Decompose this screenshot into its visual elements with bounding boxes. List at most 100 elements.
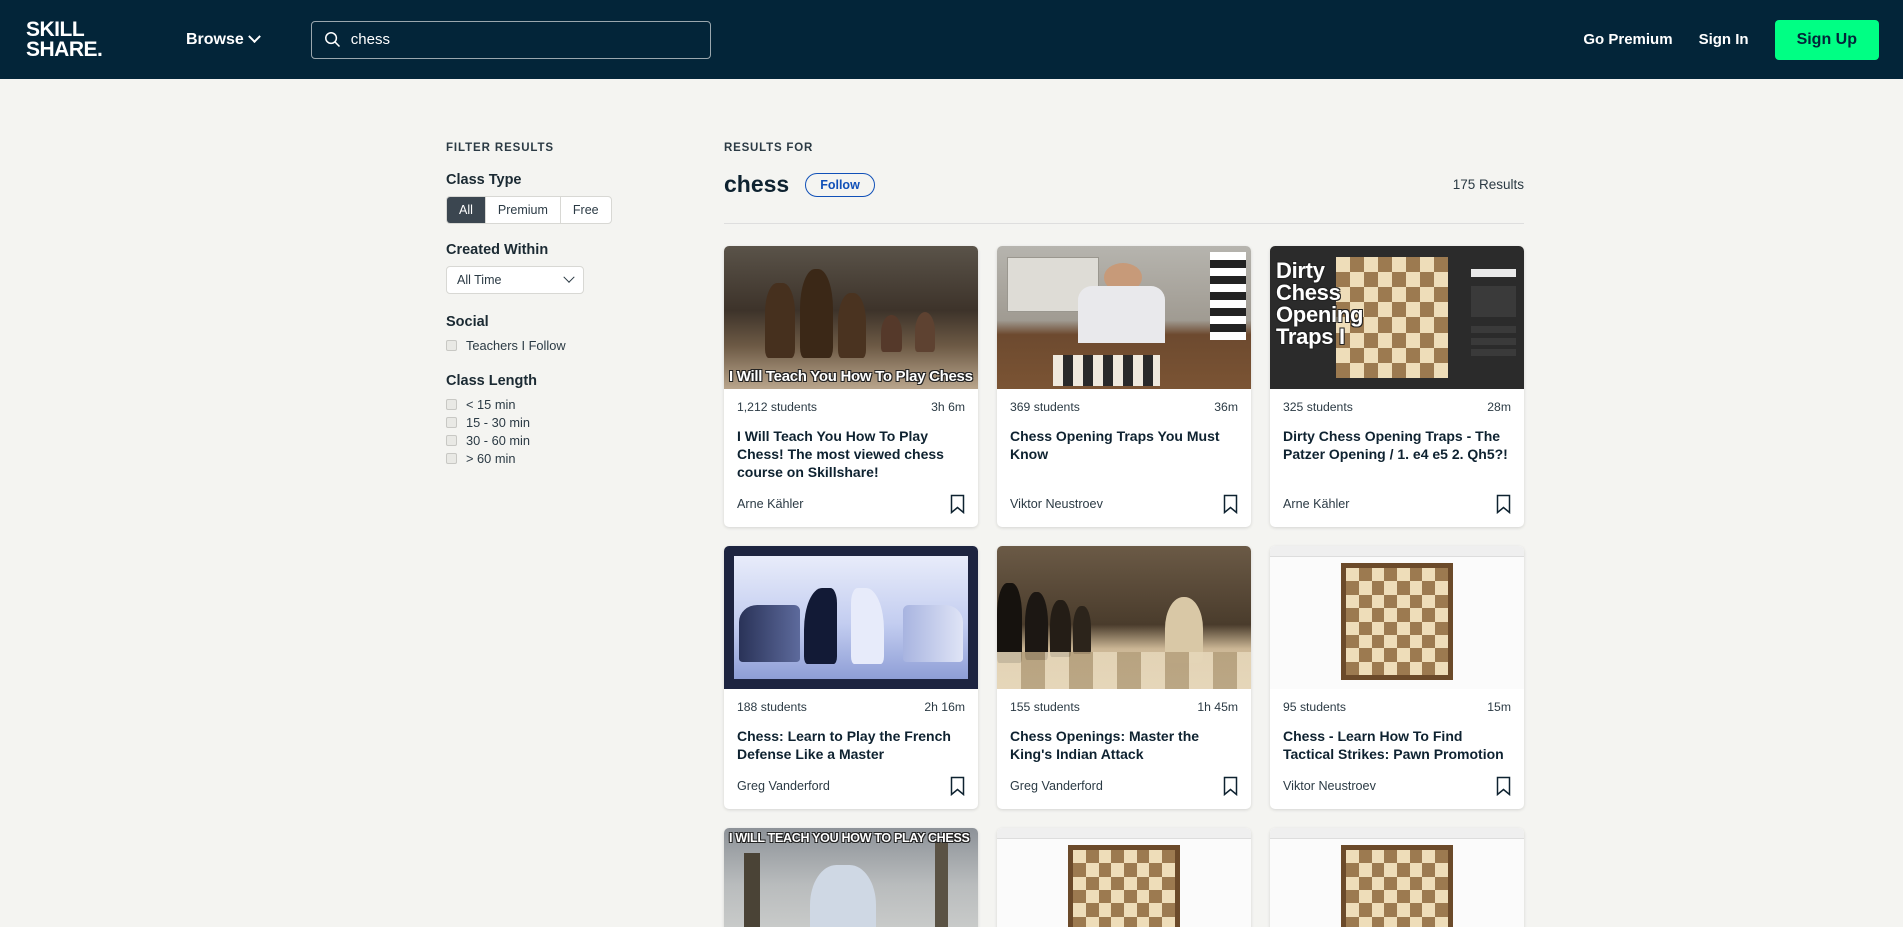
course-title[interactable]: Chess Opening Traps You Must Know bbox=[1010, 428, 1238, 464]
thumbnail-art-board-screenshot bbox=[997, 827, 1251, 927]
course-thumbnail[interactable] bbox=[1270, 545, 1524, 689]
sign-in-link[interactable]: Sign In bbox=[1699, 31, 1749, 48]
course-teacher[interactable]: Arne Kähler bbox=[737, 497, 804, 511]
filter-length-under-15[interactable]: < 15 min bbox=[446, 397, 624, 412]
course-card[interactable]: 369 students 36m Chess Opening Traps You… bbox=[997, 246, 1251, 527]
course-card-footer: Greg Vanderford bbox=[997, 764, 1251, 809]
created-within-value: All Time bbox=[457, 273, 502, 287]
course-card-footer: Arne Kähler bbox=[1270, 482, 1524, 527]
course-teacher[interactable]: Viktor Neustroev bbox=[1010, 497, 1103, 511]
divider bbox=[724, 223, 1524, 224]
go-premium-link[interactable]: Go Premium bbox=[1583, 31, 1672, 48]
filter-results-heading: FILTER RESULTS bbox=[446, 142, 555, 154]
filter-sidebar: FILTER RESULTS Class Type All Premium Fr… bbox=[446, 142, 624, 927]
class-type-option-all[interactable]: All bbox=[447, 197, 486, 223]
course-card-body: 325 students 28m Dirty Chess Opening Tra… bbox=[1270, 389, 1524, 482]
course-card[interactable]: 95 students 15m Chess - Learn How To Fin… bbox=[1270, 545, 1524, 809]
student-count: 1,212 students bbox=[737, 400, 817, 414]
course-meta: 325 students 28m bbox=[1283, 400, 1511, 414]
course-card[interactable]: I WILL TEACH YOU HOW TO PLAY CHESS bbox=[724, 827, 978, 927]
course-title[interactable]: Chess - Learn How To Find Tactical Strik… bbox=[1283, 728, 1511, 764]
search-input[interactable] bbox=[350, 31, 698, 48]
filter-label: 30 - 60 min bbox=[466, 433, 531, 448]
course-thumbnail[interactable] bbox=[997, 827, 1251, 927]
browse-label: Browse bbox=[186, 30, 244, 48]
student-count: 155 students bbox=[1010, 699, 1080, 714]
course-thumbnail[interactable] bbox=[997, 545, 1251, 689]
course-card[interactable]: 188 students 2h 16m Chess: Learn to Play… bbox=[724, 545, 978, 809]
follow-button[interactable]: Follow bbox=[805, 172, 875, 197]
results-grid: I Will Teach You How To Play Chess 1,212… bbox=[724, 246, 1524, 927]
course-teacher[interactable]: Arne Kähler bbox=[1283, 497, 1350, 511]
bookmark-icon[interactable] bbox=[1496, 494, 1511, 514]
course-thumbnail[interactable] bbox=[997, 246, 1251, 389]
class-type-label: Class Type bbox=[446, 172, 522, 188]
course-card[interactable]: Dirty Chess Opening Traps I 325 students… bbox=[1270, 246, 1524, 527]
skillshare-logo[interactable]: SKILL SHARE. bbox=[26, 19, 122, 59]
course-card[interactable] bbox=[1270, 827, 1524, 927]
thumbnail-overlay-text: I WILL TEACH YOU HOW TO PLAY CHESS bbox=[729, 830, 970, 845]
course-thumbnail[interactable]: I Will Teach You How To Play Chess bbox=[724, 246, 978, 389]
results-for-heading: RESULTS FOR bbox=[724, 142, 814, 154]
results-count: 175 Results bbox=[1452, 177, 1524, 192]
bookmark-icon[interactable] bbox=[1223, 494, 1238, 514]
course-card-body: 1,212 students 3h 6m I Will Teach You Ho… bbox=[724, 389, 978, 482]
course-duration: 28m bbox=[1487, 400, 1511, 414]
course-title[interactable]: Chess: Learn to Play the French Defense … bbox=[737, 728, 965, 764]
course-duration: 15m bbox=[1487, 699, 1511, 714]
search-icon bbox=[324, 32, 340, 48]
student-count: 95 students bbox=[1283, 699, 1347, 714]
bookmark-icon[interactable] bbox=[1223, 776, 1238, 796]
checkbox-icon[interactable] bbox=[446, 417, 457, 428]
course-meta: 188 students 2h 16m bbox=[737, 700, 965, 714]
course-card-footer: Viktor Neustroev bbox=[1270, 764, 1524, 809]
checkbox-icon[interactable] bbox=[446, 340, 457, 351]
filter-length-15-30[interactable]: 15 - 30 min bbox=[446, 415, 624, 430]
checkbox-icon[interactable] bbox=[446, 399, 457, 410]
course-teacher[interactable]: Greg Vanderford bbox=[737, 779, 830, 793]
class-type-option-premium[interactable]: Premium bbox=[486, 197, 561, 223]
filter-length-30-60[interactable]: 30 - 60 min bbox=[446, 433, 624, 448]
thumbnail-art-board-screenshot bbox=[1270, 827, 1524, 927]
class-type-option-free[interactable]: Free bbox=[561, 197, 611, 223]
course-thumbnail[interactable] bbox=[724, 545, 978, 689]
student-count: 325 students bbox=[1283, 400, 1353, 414]
filter-length-over-60[interactable]: > 60 min bbox=[446, 451, 624, 466]
page-body: FILTER RESULTS Class Type All Premium Fr… bbox=[0, 79, 1903, 927]
bookmark-icon[interactable] bbox=[950, 776, 965, 796]
thumbnail-art-knights-facing bbox=[724, 545, 978, 689]
course-thumbnail[interactable] bbox=[1270, 827, 1524, 927]
checkbox-icon[interactable] bbox=[446, 435, 457, 446]
course-card[interactable]: 155 students 1h 45m Chess Openings: Mast… bbox=[997, 545, 1251, 809]
filter-label: Teachers I Follow bbox=[466, 338, 566, 353]
course-duration: 1h 45m bbox=[1197, 699, 1238, 714]
course-meta: 369 students 36m bbox=[1010, 400, 1238, 414]
search-box[interactable] bbox=[310, 20, 711, 59]
social-label: Social bbox=[446, 314, 489, 330]
course-card-footer: Greg Vanderford bbox=[724, 764, 978, 809]
thumbnail-art-board-screenshot bbox=[1270, 545, 1524, 689]
course-title[interactable]: Dirty Chess Opening Traps - The Patzer O… bbox=[1283, 428, 1511, 464]
bookmark-icon[interactable] bbox=[950, 494, 965, 514]
course-teacher[interactable]: Greg Vanderford bbox=[1010, 779, 1103, 793]
filter-label: > 60 min bbox=[466, 451, 516, 466]
browse-menu[interactable]: Browse bbox=[186, 30, 261, 49]
course-card-body: 188 students 2h 16m Chess: Learn to Play… bbox=[724, 689, 978, 764]
created-within-select[interactable]: All Time bbox=[446, 266, 584, 294]
course-card[interactable] bbox=[997, 827, 1251, 927]
class-length-label: Class Length bbox=[446, 373, 538, 389]
course-card-footer: Viktor Neustroev bbox=[997, 482, 1251, 527]
course-thumbnail[interactable]: Dirty Chess Opening Traps I bbox=[1270, 246, 1524, 389]
course-title[interactable]: I Will Teach You How To Play Chess! The … bbox=[737, 428, 965, 482]
checkbox-icon[interactable] bbox=[446, 453, 457, 464]
course-card[interactable]: I Will Teach You How To Play Chess 1,212… bbox=[724, 246, 978, 527]
filter-label: < 15 min bbox=[466, 397, 516, 412]
course-title[interactable]: Chess Openings: Master the King's Indian… bbox=[1010, 728, 1238, 764]
course-teacher[interactable]: Viktor Neustroev bbox=[1283, 779, 1376, 793]
filter-teachers-i-follow[interactable]: Teachers I Follow bbox=[446, 338, 624, 353]
thumbnail-overlay-text: I Will Teach You How To Play Chess bbox=[729, 368, 973, 386]
bookmark-icon[interactable] bbox=[1496, 776, 1511, 796]
sign-up-button[interactable]: Sign Up bbox=[1774, 19, 1879, 60]
thumbnail-art-teacher-at-board bbox=[997, 246, 1251, 389]
course-thumbnail[interactable]: I WILL TEACH YOU HOW TO PLAY CHESS bbox=[724, 827, 978, 927]
